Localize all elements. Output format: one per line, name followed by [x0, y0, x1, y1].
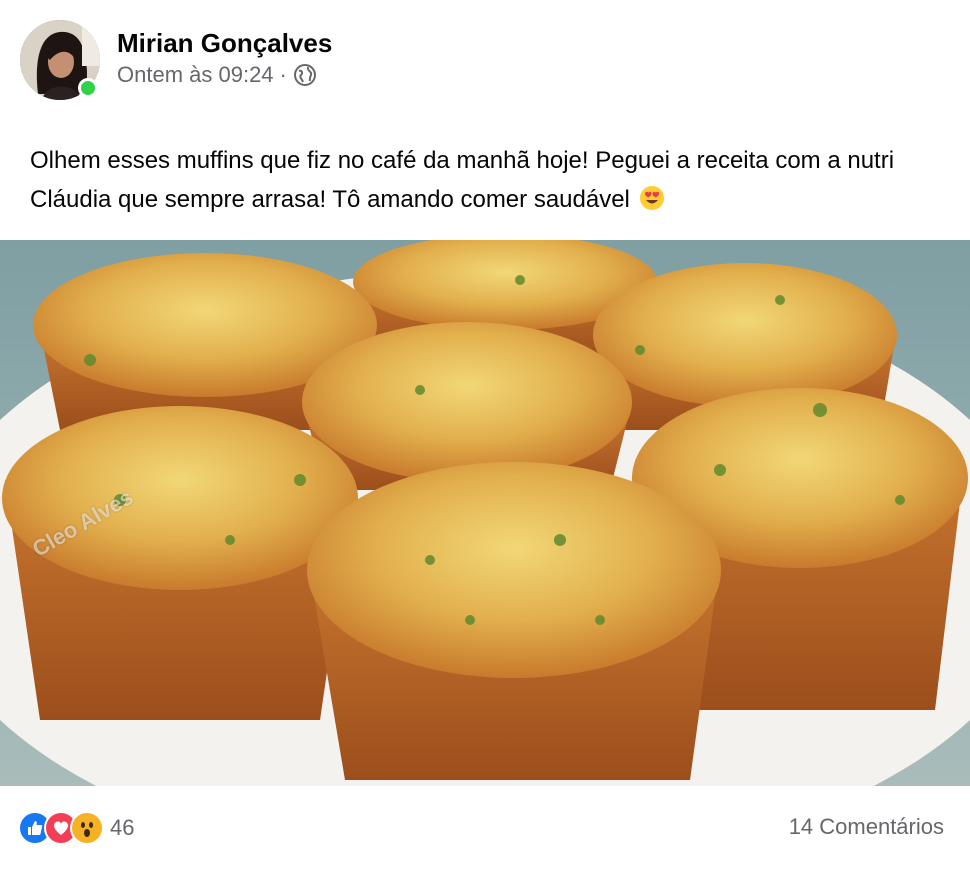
- post-timestamp[interactable]: Ontem às 09:24: [117, 62, 274, 88]
- author-name[interactable]: Mirian Gonçalves: [117, 28, 332, 59]
- avatar-container[interactable]: [20, 20, 100, 100]
- post-photo[interactable]: Cleo Alves: [0, 240, 970, 786]
- post-header: Mirian Gonçalves Ontem às 09:24 ·: [20, 20, 950, 100]
- online-status-dot: [78, 78, 98, 98]
- globe-icon[interactable]: [293, 63, 317, 87]
- post-message: Olhem esses muffins que fiz no café da m…: [30, 141, 930, 219]
- wow-icon: [70, 811, 104, 845]
- reactions-summary[interactable]: 46: [18, 810, 134, 846]
- heart-eyes-emoji-icon: [639, 184, 665, 210]
- reaction-count[interactable]: 46: [110, 815, 134, 841]
- post-meta: Ontem às 09:24 ·: [117, 62, 317, 88]
- meta-separator: ·: [279, 62, 287, 87]
- muffin-front-center: [307, 462, 721, 780]
- muffins-photo: [0, 240, 970, 786]
- muffin-front-left: [2, 406, 358, 720]
- comments-count-link[interactable]: 14 Comentários: [789, 814, 944, 840]
- muffin-middle: [302, 322, 632, 490]
- post-message-text: Olhem esses muffins que fiz no café da m…: [30, 147, 895, 213]
- post-footer: 46 14 Comentários: [0, 786, 970, 888]
